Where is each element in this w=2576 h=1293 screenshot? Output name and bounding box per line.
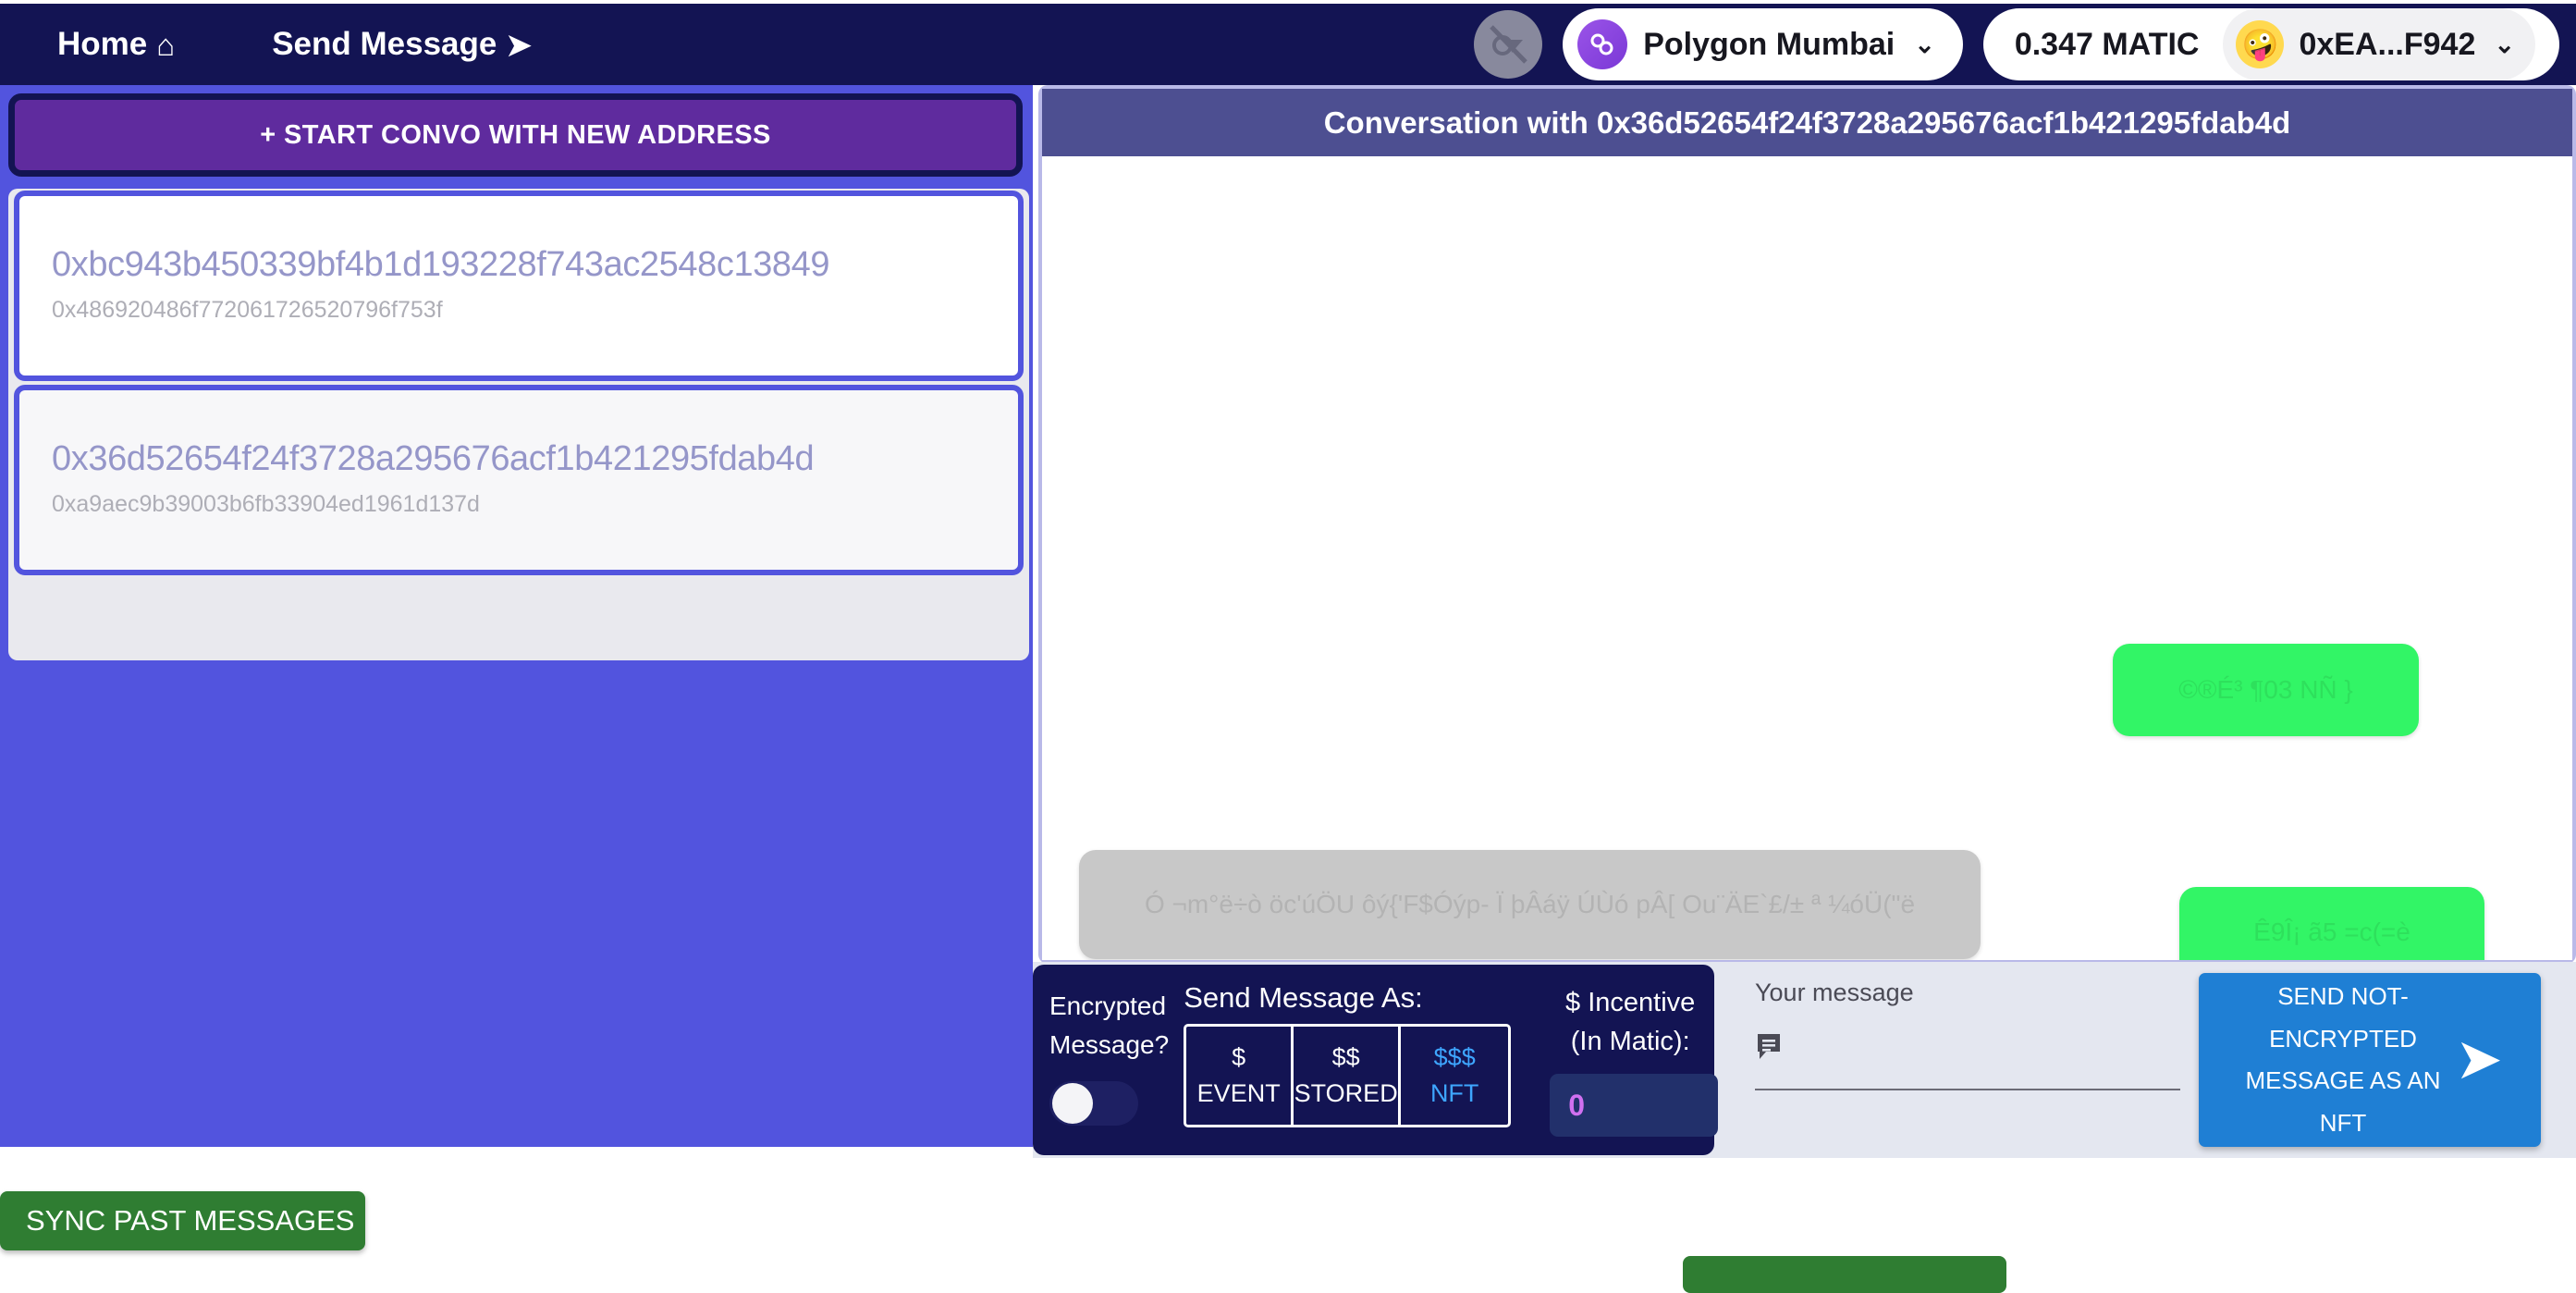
nav-right-group: Polygon Mumbai ⌄ 0.347 MATIC 🤪 0xEA...F9… <box>1474 8 2559 80</box>
account-pill[interactable]: 0.347 MATIC 🤪 0xEA...F942 ⌄ <box>1982 8 2559 80</box>
message-input[interactable] <box>1801 1035 2180 1065</box>
top-navigation-bar: Home ⌂ Send Message ➤ Polygon Mumbai ⌄ 0… <box>0 4 2576 85</box>
list-item-content: 0xbc943b450339bf4b1d193228f743ac2548c138… <box>40 209 998 359</box>
encrypted-label-line1: Encrypted <box>1049 991 1167 1020</box>
send-as-nft-option[interactable]: $$$ NFT <box>1401 1027 1508 1125</box>
send-message-button[interactable]: SEND NOT-ENCRYPTED MESSAGE AS AN NFT ➤ <box>2199 973 2541 1147</box>
send-as-nft-label: NFT <box>1429 1079 1479 1107</box>
network-label: Polygon Mumbai <box>1643 26 1895 62</box>
message-options-card: Encrypted Message? Send Message As: $ EV… <box>1033 965 1719 1155</box>
send-message-button-label: SEND NOT-ENCRYPTED MESSAGE AS AN NFT <box>2245 982 2441 1137</box>
start-new-convo-button[interactable]: + START CONVO WITH NEW ADDRESS <box>8 93 1023 177</box>
conversation-address: 0x36d52654f24f3728a295676acf1b421295fdab… <box>52 438 815 478</box>
send-message-as-options[interactable]: $ EVENT $$ STORED $$$ NFT <box>1184 1024 1512 1127</box>
incentive-label-line1: $ Incentive <box>1565 988 1696 1017</box>
chevron-down-icon: ⌄ <box>1914 30 1935 58</box>
send-as-nft-price: $$$ <box>1433 1043 1476 1071</box>
send-as-stored-label: STORED <box>1294 1079 1398 1107</box>
polygon-network-icon <box>1577 19 1628 69</box>
wallet-address-chip[interactable]: 🤪 0xEA...F942 ⌄ <box>2223 8 2535 80</box>
app-logo-icon <box>1474 10 1543 79</box>
send-message-as-title: Send Message As: <box>1184 981 1423 1014</box>
conversation-address: 0xbc943b450339bf4b1d193228f743ac2548c138… <box>52 244 830 284</box>
avatar: 🤪 <box>2236 20 2285 68</box>
conversation-preview: 0x486920486f772061726520796f753f <box>52 297 443 324</box>
list-item[interactable]: 0x36d52654f24f3728a295676acf1b421295fdab… <box>14 385 1024 575</box>
message-composer: Encrypted Message? Send Message As: $ EV… <box>1033 962 2576 1158</box>
nav-send-message-label: Send Message <box>272 26 497 62</box>
send-as-stored-option[interactable]: $$ STORED <box>1294 1027 1402 1125</box>
conversation-list[interactable]: 0xbc943b450339bf4b1d193228f743ac2548c138… <box>8 189 1029 660</box>
conversation-preview: 0xa9aec9b39003b6fb33904ed1961d137d <box>52 491 480 518</box>
send-as-event-price: $ <box>1232 1043 1246 1071</box>
message-bubble-incoming: Ó ¬m°ë÷ò öc'úÖU ôý{'F$Óýp- Ï þÂáÿ ÚÙó pÂ… <box>1079 850 1981 959</box>
wallet-address-label: 0xEA...F942 <box>2299 26 2476 62</box>
network-selector[interactable]: Polygon Mumbai ⌄ <box>1563 8 1963 80</box>
send-message-as-group: Send Message As: $ EVENT $$ STORED $$$ N… <box>1184 979 1512 1127</box>
chat-bubble-icon <box>1755 1031 1786 1068</box>
send-as-event-label: EVENT <box>1196 1079 1281 1107</box>
conversation-panel: Conversation with 0x36d52654f24f3728a295… <box>1038 85 2576 964</box>
conversations-sidebar: + START CONVO WITH NEW ADDRESS 0xbc943b4… <box>0 85 1033 1147</box>
encrypted-message-group: Encrypted Message? <box>1049 979 1169 1126</box>
nav-home-label: Home <box>57 26 148 62</box>
encrypted-label-line2: Message? <box>1049 1030 1170 1059</box>
incentive-input[interactable] <box>1550 1074 1719 1138</box>
sync-past-messages-button[interactable]: SYNC PAST MESSAGES <box>0 1191 365 1250</box>
message-thread[interactable]: ©®É³ ¶03 NÑ } Ó ¬m°ë÷ò öc'úÖU ôý{'F$Óýp-… <box>1042 156 2572 960</box>
toggle-knob <box>1052 1083 1093 1124</box>
message-bubble-outgoing: Ê9Î¡ ã5 =c(=è <box>2179 887 2484 960</box>
message-bubble-outgoing: ©®É³ ¶03 NÑ } <box>2113 644 2419 736</box>
home-icon: ⌂ <box>156 27 176 62</box>
message-input-group: Your message SEND NOT-ENCRYPTED MESSAGE … <box>1714 962 2576 1158</box>
offscreen-action-button[interactable] <box>1683 1256 2006 1293</box>
list-item[interactable]: 0xbc943b450339bf4b1d193228f743ac2548c138… <box>14 191 1024 381</box>
nav-home-link[interactable]: Home ⌂ <box>57 26 175 63</box>
encrypted-message-toggle[interactable] <box>1049 1081 1138 1126</box>
send-as-stored-price: $$ <box>1331 1043 1360 1071</box>
paper-plane-icon: ➤ <box>2455 1028 2503 1091</box>
incentive-group: $ Incentive (In Matic): <box>1542 979 1719 1138</box>
incentive-label-line2: (In Matic): <box>1570 1027 1690 1057</box>
send-as-event-option[interactable]: $ EVENT <box>1186 1027 1294 1125</box>
nav-send-message-link[interactable]: Send Message ➤ <box>272 26 532 63</box>
wallet-balance: 0.347 MATIC <box>2014 26 2200 62</box>
chevron-down-icon: ⌄ <box>2494 30 2515 58</box>
conversation-title: Conversation with 0x36d52654f24f3728a295… <box>1042 89 2572 156</box>
paper-plane-icon: ➤ <box>506 27 532 62</box>
list-item-content: 0x36d52654f24f3728a295676acf1b421295fdab… <box>40 403 998 553</box>
message-input-row[interactable] <box>1755 1031 2180 1090</box>
